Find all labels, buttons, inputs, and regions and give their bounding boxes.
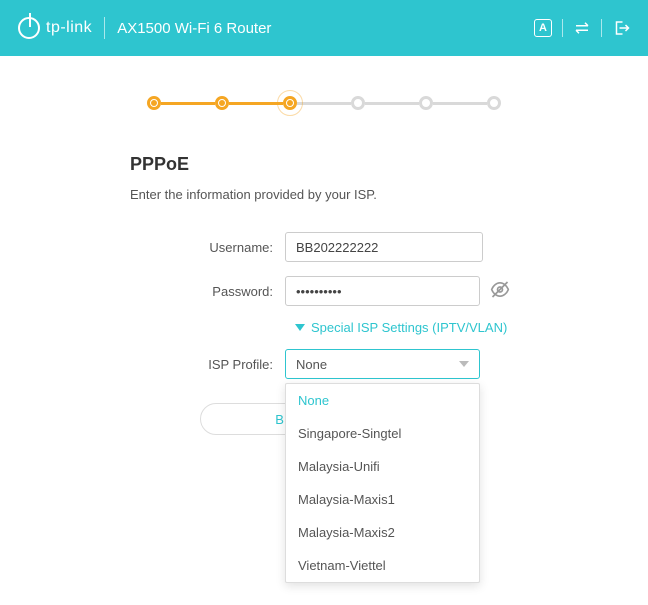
password-label: Password: [130,284,285,299]
header-divider [104,17,105,39]
toggle-password-icon[interactable] [490,280,510,303]
step-line-3 [297,102,351,105]
step-line-4 [365,102,419,105]
password-row: Password: [130,276,588,306]
chevron-down-icon [295,324,305,331]
step-line-5 [433,102,487,105]
isp-profile-row: ISP Profile: None None Singapore-Singtel… [130,349,588,379]
isp-option-singtel[interactable]: Singapore-Singtel [286,417,479,450]
chevron-down-icon [459,361,469,367]
page-title: PPPoE [60,154,588,175]
isp-option-unifi[interactable]: Malaysia-Unifi [286,450,479,483]
special-isp-label: Special ISP Settings (IPTV/VLAN) [311,320,507,335]
isp-profile-label: ISP Profile: [130,357,285,372]
step-line-1 [161,102,215,105]
step-1[interactable] [147,96,161,110]
step-4[interactable] [351,96,365,110]
header-sep-2 [601,19,602,37]
main-content: PPPoE Enter the information provided by … [0,56,648,435]
header-sep [562,19,563,37]
special-isp-toggle[interactable]: Special ISP Settings (IPTV/VLAN) [295,320,588,335]
step-6[interactable] [487,96,501,110]
sync-button[interactable] [573,19,591,37]
product-title: AX1500 Wi-Fi 6 Router [117,20,271,37]
isp-option-maxis1[interactable]: Malaysia-Maxis1 [286,483,479,516]
isp-option-none[interactable]: None [286,384,479,417]
language-button[interactable]: A [534,19,552,37]
logout-button[interactable] [612,19,630,37]
username-input[interactable] [285,232,483,262]
step-line-2 [229,102,283,105]
isp-option-maxis2[interactable]: Malaysia-Maxis2 [286,516,479,549]
brand-logo: tp-link [18,17,92,39]
isp-profile-value: None [296,357,327,372]
isp-option-viettel[interactable]: Vietnam-Viettel [286,549,479,582]
setup-stepper [60,96,588,110]
isp-profile-dropdown: None Singapore-Singtel Malaysia-Unifi Ma… [285,383,480,583]
logo-icon [18,17,40,39]
password-input[interactable] [285,276,480,306]
app-header: tp-link AX1500 Wi-Fi 6 Router A [0,0,648,56]
header-actions: A [534,19,630,37]
page-subtitle: Enter the information provided by your I… [60,187,588,202]
step-5[interactable] [419,96,433,110]
isp-profile-select[interactable]: None [285,349,480,379]
username-row: Username: [130,232,588,262]
pppoe-form: Username: Password: Special ISP Settings… [60,232,588,435]
step-2[interactable] [215,96,229,110]
brand-text: tp-link [46,19,92,37]
step-3[interactable] [283,96,297,110]
username-label: Username: [130,240,285,255]
